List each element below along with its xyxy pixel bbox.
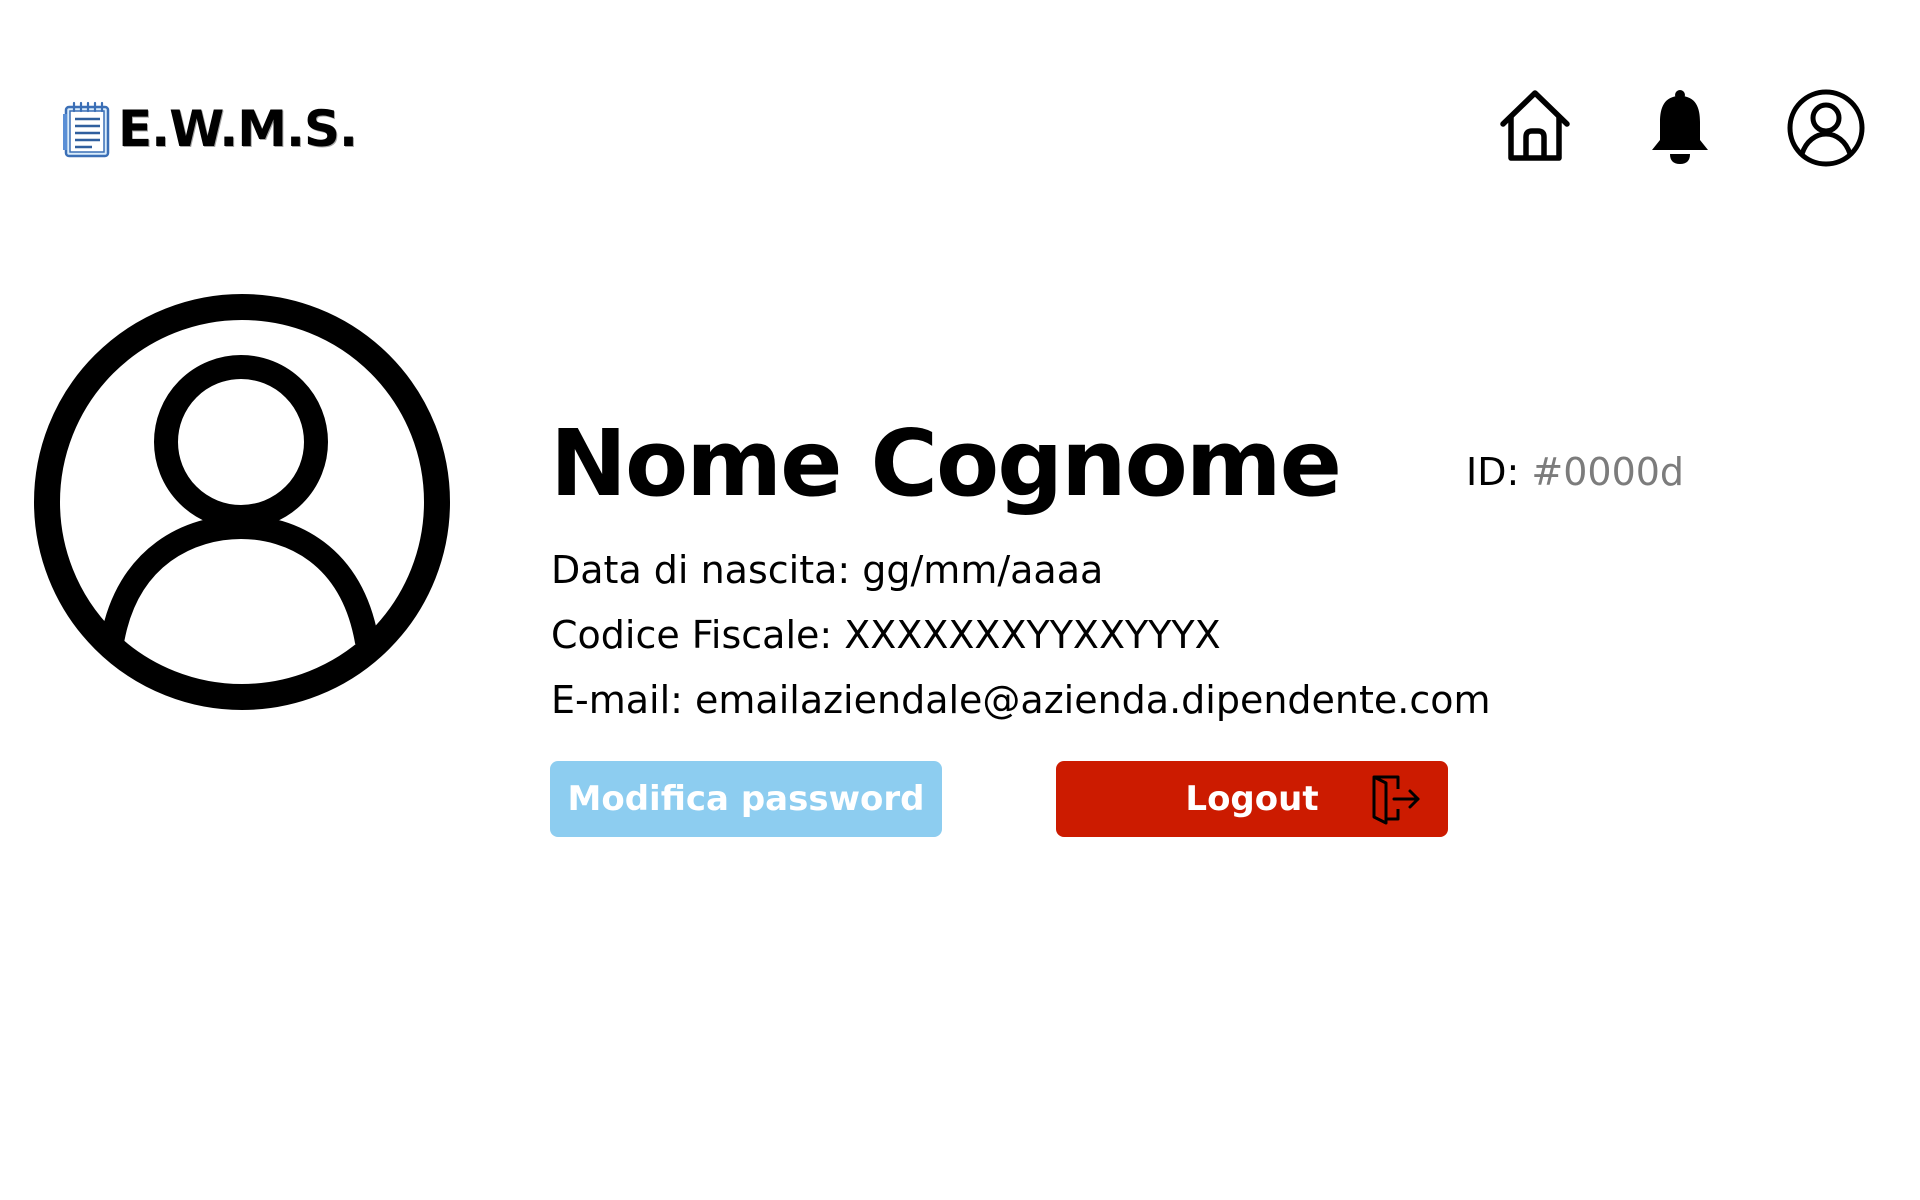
user-avatar-icon <box>32 292 452 712</box>
fiscal-code: Codice Fiscale: XXXXXXXYYXXYYYX <box>551 613 1221 657</box>
profile-name: Nome Cognome <box>550 410 1342 517</box>
bell-icon[interactable] <box>1648 88 1712 168</box>
email: E-mail: emailaziendale@azienda.dipendent… <box>551 678 1491 722</box>
user-circle-icon[interactable] <box>1786 88 1866 168</box>
birth-date: Data di nascita: gg/mm/aaaa <box>551 548 1104 592</box>
profile-id: ID: #0000d <box>1466 453 1684 491</box>
change-password-label: Modifica password <box>567 779 925 819</box>
app-title: E.W.M.S. <box>118 100 358 158</box>
profile-id-value: #0000d <box>1531 450 1685 494</box>
profile-id-label: ID: <box>1466 450 1520 494</box>
change-password-button[interactable]: Modifica password <box>550 761 942 837</box>
logout-door-icon <box>1368 773 1424 825</box>
logout-button[interactable]: Logout <box>1056 761 1448 837</box>
notepad-icon <box>62 100 112 158</box>
home-icon[interactable] <box>1495 86 1575 166</box>
app-logo[interactable]: E.W.M.S. <box>62 100 358 158</box>
logout-label: Logout <box>1185 779 1319 819</box>
